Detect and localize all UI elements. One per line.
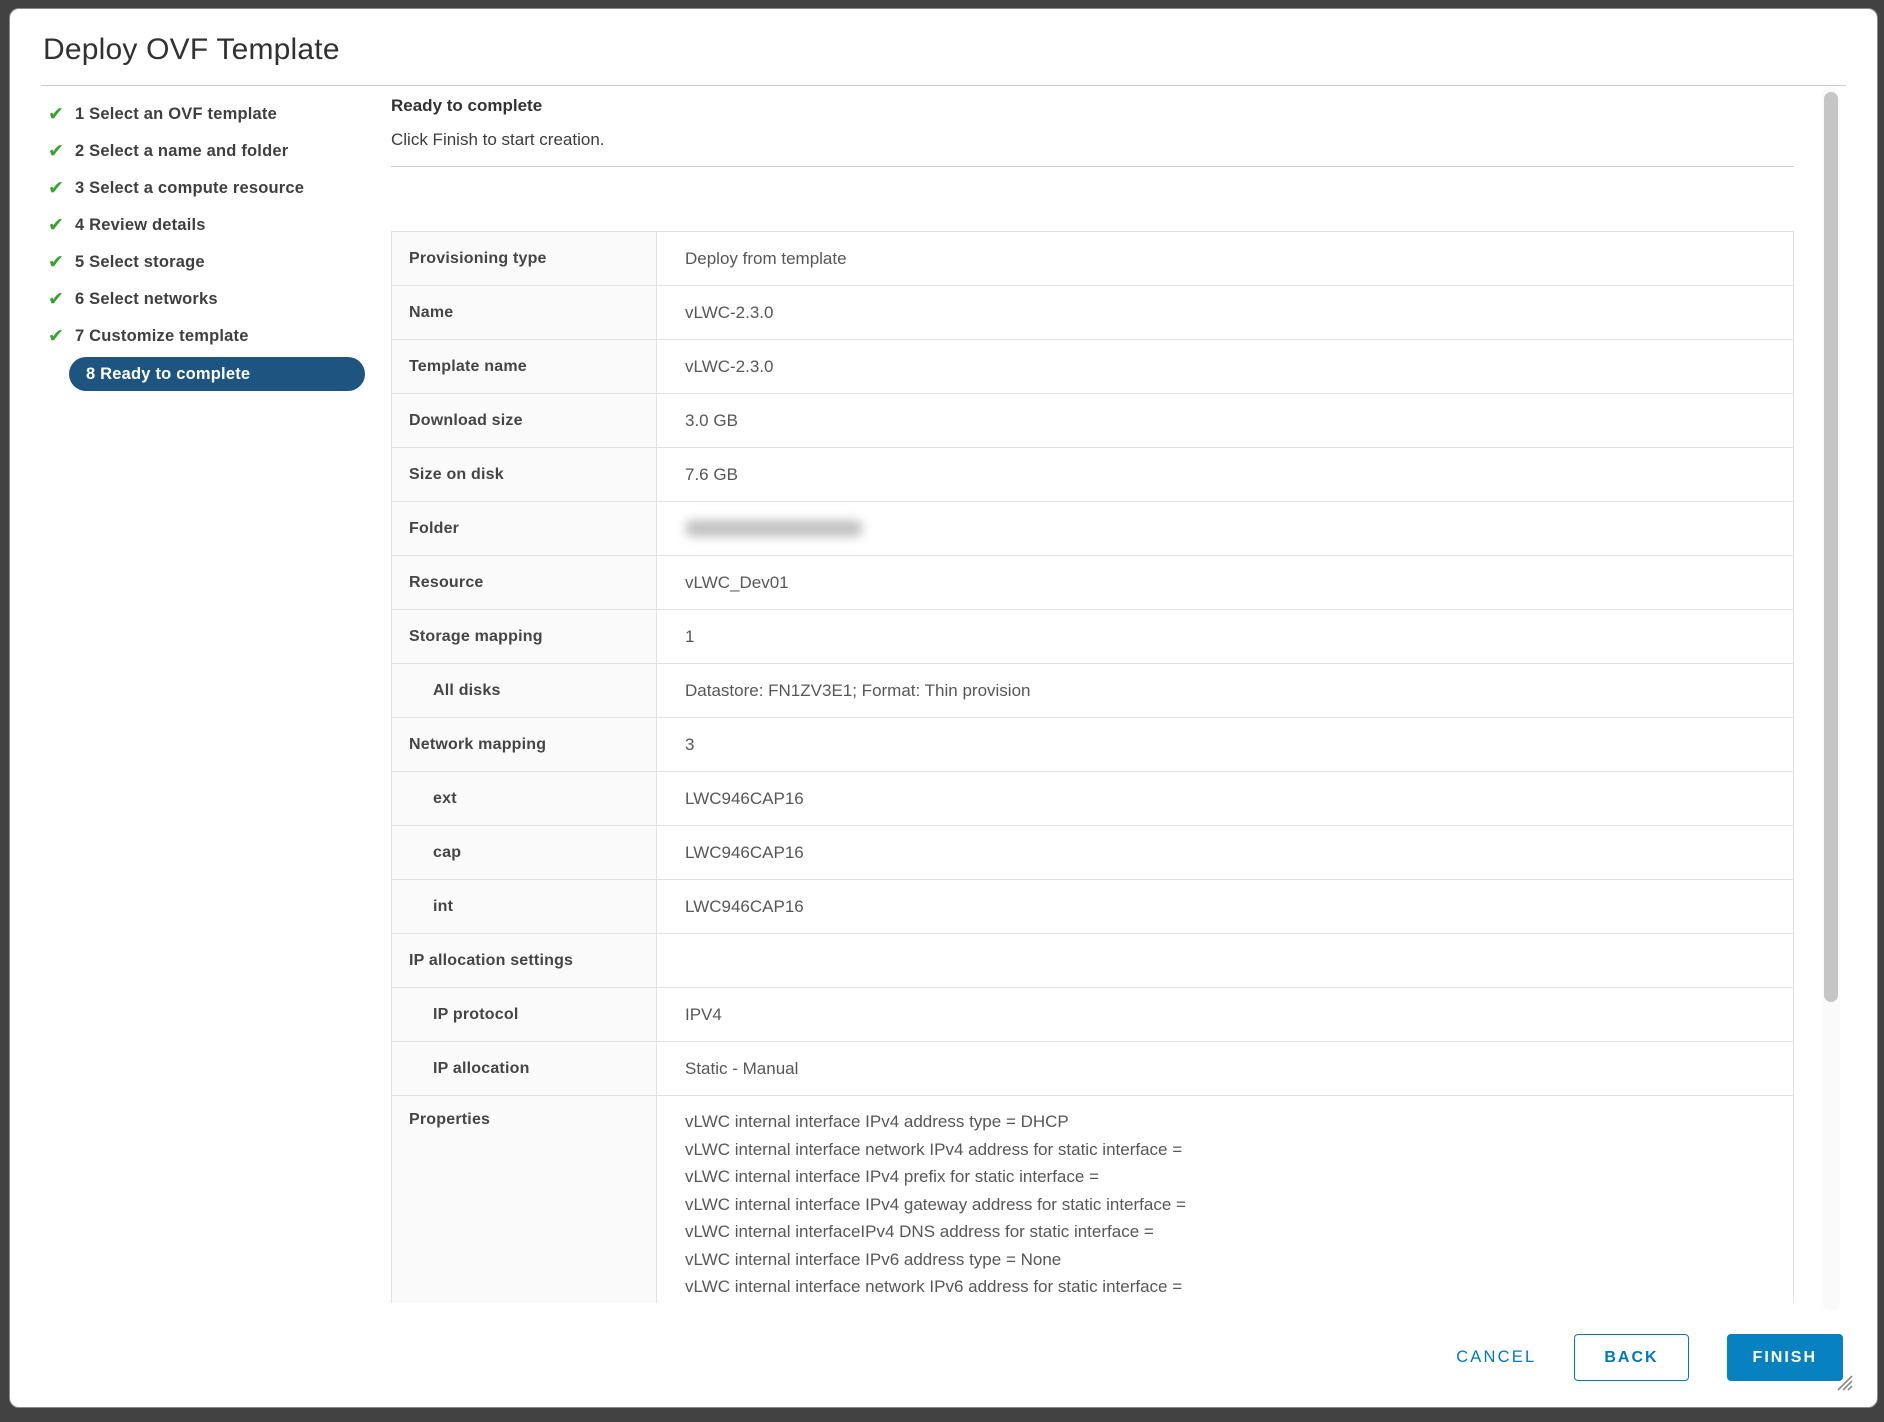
summary-row-ip-protocol: IP protocolIPV4 (392, 988, 1793, 1042)
scrollbar-thumb[interactable] (1824, 92, 1838, 1002)
summary-row-ip-allocation-settings: IP allocation settings (392, 934, 1793, 988)
summary-row-value (657, 934, 1793, 987)
finish-button[interactable]: FINISH (1727, 1334, 1843, 1381)
summary-row-value: vLWC-2.3.0 (657, 286, 1793, 339)
summary-row-label: cap (392, 826, 657, 879)
step-label: 8 Ready to complete (86, 365, 250, 384)
summary-row-value: 7.6 GB (657, 448, 1793, 501)
footer-actions: CANCEL BACK FINISH (1456, 1334, 1843, 1381)
summary-row-label: Storage mapping (392, 610, 657, 663)
summary-row-value: IPV4 (657, 988, 1793, 1041)
summary-row-label: Resource (392, 556, 657, 609)
summary-row-value: LWC946CAP16 (657, 772, 1793, 825)
summary-row-ip-allocation: IP allocationStatic - Manual (392, 1042, 1793, 1096)
summary-row-provisioning-type: Provisioning typeDeploy from template (392, 232, 1793, 286)
summary-row-label: Name (392, 286, 657, 339)
wizard-step-review-details[interactable]: ✔4 Review details (41, 207, 381, 244)
summary-row-value: LWC946CAP16 (657, 826, 1793, 879)
summary-row-size-on-disk: Size on disk7.6 GB (392, 448, 1793, 502)
summary-row-value: vLWC_Dev01 (657, 556, 1793, 609)
step-label: 6 Select networks (75, 290, 218, 309)
summary-row-name: NamevLWC-2.3.0 (392, 286, 1793, 340)
step-label: 3 Select a compute resource (75, 179, 304, 198)
summary-row-value: vLWC-2.3.0 (657, 340, 1793, 393)
back-button[interactable]: BACK (1574, 1334, 1688, 1381)
summary-row-int: intLWC946CAP16 (392, 880, 1793, 934)
step-completed-check-icon: ✔ (41, 105, 75, 124)
summary-row-label: IP allocation (392, 1042, 657, 1095)
summary-row-label: ext (392, 772, 657, 825)
summary-row-value: Static - Manual (657, 1042, 1793, 1095)
dialog-title: Deploy OVF Template (43, 33, 340, 67)
summary-row-value: vLWC internal interface IPv4 address typ… (657, 1096, 1793, 1303)
step-label: 5 Select storage (75, 253, 205, 272)
deploy-ovf-template-dialog: Deploy OVF Template ✔1 Select an OVF tem… (9, 8, 1878, 1408)
resize-grip-icon[interactable] (1834, 1372, 1853, 1391)
wizard-step-ready-to-complete[interactable]: 8 Ready to complete (69, 357, 365, 391)
summary-row-label: All disks (392, 664, 657, 717)
summary-row-network-mapping: Network mapping3 (392, 718, 1793, 772)
step-completed-check-icon: ✔ (41, 327, 75, 346)
title-divider (41, 85, 1846, 86)
summary-row-value: Deploy from template (657, 232, 1793, 285)
summary-row-value (657, 502, 1793, 555)
summary-row-value: Datastore: FN1ZV3E1; Format: Thin provis… (657, 664, 1793, 717)
summary-table: Provisioning typeDeploy from templateNam… (391, 231, 1794, 1303)
wizard-steps: ✔1 Select an OVF template✔2 Select a nam… (41, 96, 381, 392)
summary-row-label: Download size (392, 394, 657, 447)
step-completed-check-icon: ✔ (41, 142, 75, 161)
summary-row-label: IP protocol (392, 988, 657, 1041)
summary-row-label: Properties (392, 1096, 657, 1303)
wizard-step-select-an-ovf-template[interactable]: ✔1 Select an OVF template (41, 96, 381, 133)
step-subheading: Click Finish to start creation. (391, 130, 1794, 150)
summary-row-label: Folder (392, 502, 657, 555)
summary-row-resource: ResourcevLWC_Dev01 (392, 556, 1793, 610)
wizard-step-select-storage[interactable]: ✔5 Select storage (41, 244, 381, 281)
summary-row-label: int (392, 880, 657, 933)
summary-row-value: LWC946CAP16 (657, 880, 1793, 933)
wizard-step-select-a-compute-resource[interactable]: ✔3 Select a compute resource (41, 170, 381, 207)
summary-row-value: 1 (657, 610, 1793, 663)
redacted-value-blur (685, 520, 863, 537)
wizard-step-select-networks[interactable]: ✔6 Select networks (41, 281, 381, 318)
summary-row-all-disks: All disksDatastore: FN1ZV3E1; Format: Th… (392, 664, 1793, 718)
step-label: 7 Customize template (75, 327, 249, 346)
step-completed-check-icon: ✔ (41, 179, 75, 198)
summary-row-folder: Folder (392, 502, 1793, 556)
cancel-button[interactable]: CANCEL (1456, 1348, 1536, 1367)
wizard-step-customize-template[interactable]: ✔7 Customize template (41, 318, 381, 355)
content-panel: Ready to complete Click Finish to start … (391, 96, 1794, 1303)
summary-row-value: 3 (657, 718, 1793, 771)
summary-row-download-size: Download size3.0 GB (392, 394, 1793, 448)
content-divider (391, 166, 1794, 167)
summary-row-label: Provisioning type (392, 232, 657, 285)
desktop-background: Deploy OVF Template ✔1 Select an OVF tem… (0, 0, 1884, 1422)
summary-row-label: Network mapping (392, 718, 657, 771)
summary-row-template-name: Template namevLWC-2.3.0 (392, 340, 1793, 394)
summary-table-viewport: Provisioning typeDeploy from templateNam… (391, 231, 1794, 1303)
scrollbar-track[interactable] (1822, 87, 1840, 1311)
summary-row-ext: extLWC946CAP16 (392, 772, 1793, 826)
summary-row-label: Template name (392, 340, 657, 393)
summary-row-properties: PropertiesvLWC internal interface IPv4 a… (392, 1096, 1793, 1303)
step-label: 4 Review details (75, 216, 206, 235)
summary-row-cap: capLWC946CAP16 (392, 826, 1793, 880)
wizard-step-select-a-name-and-folder[interactable]: ✔2 Select a name and folder (41, 133, 381, 170)
summary-row-storage-mapping: Storage mapping1 (392, 610, 1793, 664)
step-label: 1 Select an OVF template (75, 105, 277, 124)
step-completed-check-icon: ✔ (41, 253, 75, 272)
summary-row-label: IP allocation settings (392, 934, 657, 987)
summary-row-value: 3.0 GB (657, 394, 1793, 447)
step-heading: Ready to complete (391, 96, 1794, 116)
step-label: 2 Select a name and folder (75, 142, 288, 161)
step-completed-check-icon: ✔ (41, 216, 75, 235)
step-completed-check-icon: ✔ (41, 290, 75, 309)
summary-row-label: Size on disk (392, 448, 657, 501)
